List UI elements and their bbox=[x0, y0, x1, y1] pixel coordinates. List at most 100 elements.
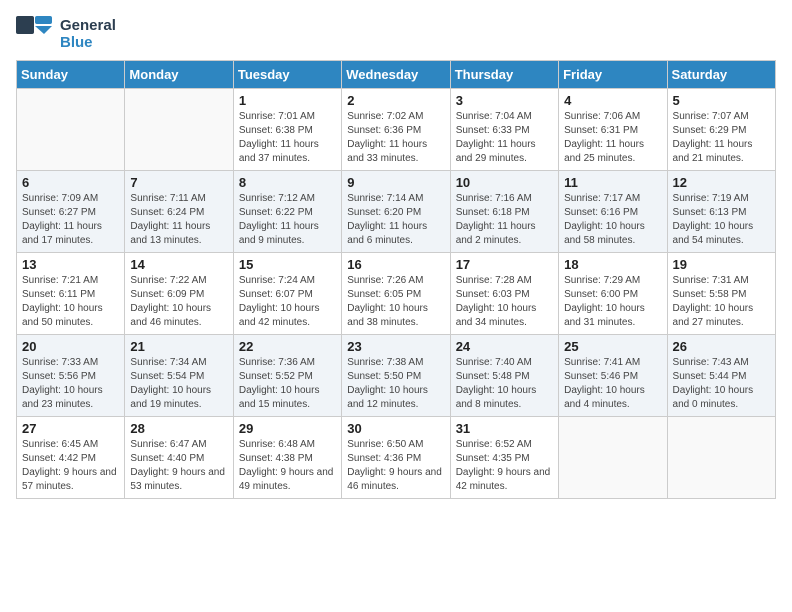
day-info: Sunrise: 7:33 AMSunset: 5:56 PMDaylight:… bbox=[22, 356, 119, 412]
day-number: 27 bbox=[22, 421, 119, 436]
day-number: 13 bbox=[22, 257, 119, 272]
day-number: 4 bbox=[564, 93, 661, 108]
calendar-cell: 24Sunrise: 7:40 AMSunset: 5:48 PMDayligh… bbox=[450, 335, 558, 417]
calendar-cell: 11 Sunrise: 7:17 AMSunset: 6:16 PMDayligh… bbox=[559, 171, 667, 253]
day-info: Sunrise: 7:41 AMSunset: 5:46 PMDaylight:… bbox=[564, 356, 661, 412]
day-header-saturday: Saturday bbox=[667, 61, 775, 89]
logo: General Blue bbox=[16, 16, 116, 52]
calendar-cell: 19 Sunrise: 7:31 AMSunset: 5:58 PMDayligh… bbox=[667, 253, 775, 335]
day-info: Sunrise: 7:29 AMSunset: 6:00 PMDaylight:… bbox=[564, 274, 661, 330]
day-info: Sunrise: 7:22 AMSunset: 6:09 PMDaylight:… bbox=[130, 274, 227, 330]
day-number: 24 bbox=[456, 339, 553, 354]
day-info: Sunrise: 7:06 AMSunset: 6:31 PMDaylight:… bbox=[564, 110, 661, 166]
calendar-cell: 14 Sunrise: 7:22 AMSunset: 6:09 PMDayligh… bbox=[125, 253, 233, 335]
day-info: Sunrise: 7:01 AMSunset: 6:38 PMDaylight:… bbox=[239, 110, 336, 166]
page-header: General Blue bbox=[16, 16, 776, 52]
calendar-week-row: 13 Sunrise: 7:21 AMSunset: 6:11 PMDayligh… bbox=[17, 253, 776, 335]
calendar-cell: 4 Sunrise: 7:06 AMSunset: 6:31 PMDaylight… bbox=[559, 89, 667, 171]
day-number: 20 bbox=[22, 339, 119, 354]
day-header-thursday: Thursday bbox=[450, 61, 558, 89]
day-number: 1 bbox=[239, 93, 336, 108]
day-info: Sunrise: 6:47 AMSunset: 4:40 PMDaylight:… bbox=[130, 438, 227, 494]
calendar-cell: 22Sunrise: 7:36 AMSunset: 5:52 PMDayligh… bbox=[233, 335, 341, 417]
day-info: Sunrise: 7:26 AMSunset: 6:05 PMDaylight:… bbox=[347, 274, 444, 330]
day-number: 18 bbox=[564, 257, 661, 272]
day-number: 30 bbox=[347, 421, 444, 436]
day-info: Sunrise: 7:04 AMSunset: 6:33 PMDaylight:… bbox=[456, 110, 553, 166]
calendar-cell: 7Sunrise: 7:11 AMSunset: 6:24 PMDaylight… bbox=[125, 171, 233, 253]
day-info: Sunrise: 7:21 AMSunset: 6:11 PMDaylight:… bbox=[22, 274, 119, 330]
calendar-cell: 21 Sunrise: 7:34 AMSunset: 5:54 PMDayligh… bbox=[125, 335, 233, 417]
calendar-cell: 26 Sunrise: 7:43 AMSunset: 5:44 PMDayligh… bbox=[667, 335, 775, 417]
calendar-week-row: 20 Sunrise: 7:33 AMSunset: 5:56 PMDayligh… bbox=[17, 335, 776, 417]
day-number: 29 bbox=[239, 421, 336, 436]
calendar-cell: 23 Sunrise: 7:38 AMSunset: 5:50 PMDayligh… bbox=[342, 335, 450, 417]
calendar-cell: 8 Sunrise: 7:12 AMSunset: 6:22 PMDaylight… bbox=[233, 171, 341, 253]
calendar-cell: 3 Sunrise: 7:04 AMSunset: 6:33 PMDaylight… bbox=[450, 89, 558, 171]
day-number: 26 bbox=[673, 339, 770, 354]
day-info: Sunrise: 7:31 AMSunset: 5:58 PMDaylight:… bbox=[673, 274, 770, 330]
day-info: Sunrise: 6:52 AMSunset: 4:35 PMDaylight:… bbox=[456, 438, 553, 494]
calendar-cell: 13 Sunrise: 7:21 AMSunset: 6:11 PMDayligh… bbox=[17, 253, 125, 335]
calendar-cell: 9Sunrise: 7:14 AMSunset: 6:20 PMDaylight… bbox=[342, 171, 450, 253]
day-info: Sunrise: 7:16 AMSunset: 6:18 PMDaylight:… bbox=[456, 192, 553, 248]
day-number: 17 bbox=[456, 257, 553, 272]
day-info: Sunrise: 7:38 AMSunset: 5:50 PMDaylight:… bbox=[347, 356, 444, 412]
calendar-cell: 1 Sunrise: 7:01 AMSunset: 6:38 PMDaylight… bbox=[233, 89, 341, 171]
day-number: 25 bbox=[564, 339, 661, 354]
day-info: Sunrise: 7:12 AMSunset: 6:22 PMDaylight:… bbox=[239, 192, 336, 248]
calendar-cell: 16 Sunrise: 7:26 AMSunset: 6:05 PMDayligh… bbox=[342, 253, 450, 335]
day-number: 10 bbox=[456, 175, 553, 190]
calendar-cell: 17 Sunrise: 7:28 AMSunset: 6:03 PMDayligh… bbox=[450, 253, 558, 335]
calendar-week-row: 27Sunrise: 6:45 AMSunset: 4:42 PMDayligh… bbox=[17, 417, 776, 499]
day-info: Sunrise: 7:09 AMSunset: 6:27 PMDaylight:… bbox=[22, 192, 119, 248]
day-number: 22 bbox=[239, 339, 336, 354]
calendar-cell: 5Sunrise: 7:07 AMSunset: 6:29 PMDaylight… bbox=[667, 89, 775, 171]
calendar-cell: 15Sunrise: 7:24 AMSunset: 6:07 PMDayligh… bbox=[233, 253, 341, 335]
calendar-header-row: SundayMondayTuesdayWednesdayThursdayFrid… bbox=[17, 61, 776, 89]
day-number: 9 bbox=[347, 175, 444, 190]
calendar-cell: 29Sunrise: 6:48 AMSunset: 4:38 PMDayligh… bbox=[233, 417, 341, 499]
calendar-cell: 28Sunrise: 6:47 AMSunset: 4:40 PMDayligh… bbox=[125, 417, 233, 499]
calendar-week-row: 1 Sunrise: 7:01 AMSunset: 6:38 PMDaylight… bbox=[17, 89, 776, 171]
calendar-cell: 25 Sunrise: 7:41 AMSunset: 5:46 PMDayligh… bbox=[559, 335, 667, 417]
day-info: Sunrise: 7:17 AMSunset: 6:16 PMDaylight:… bbox=[564, 192, 661, 248]
day-number: 2 bbox=[347, 93, 444, 108]
logo-blue: Blue bbox=[60, 34, 116, 51]
day-number: 21 bbox=[130, 339, 227, 354]
calendar-cell bbox=[559, 417, 667, 499]
day-header-sunday: Sunday bbox=[17, 61, 125, 89]
day-info: Sunrise: 7:02 AMSunset: 6:36 PMDaylight:… bbox=[347, 110, 444, 166]
calendar-cell: 31Sunrise: 6:52 AMSunset: 4:35 PMDayligh… bbox=[450, 417, 558, 499]
day-info: Sunrise: 7:07 AMSunset: 6:29 PMDaylight:… bbox=[673, 110, 770, 166]
logo-general: General bbox=[60, 17, 116, 34]
calendar-cell bbox=[667, 417, 775, 499]
calendar-cell: 10 Sunrise: 7:16 AMSunset: 6:18 PMDayligh… bbox=[450, 171, 558, 253]
day-number: 3 bbox=[456, 93, 553, 108]
calendar-table: SundayMondayTuesdayWednesdayThursdayFrid… bbox=[16, 60, 776, 499]
logo-svg bbox=[16, 16, 52, 52]
day-number: 12 bbox=[673, 175, 770, 190]
day-number: 8 bbox=[239, 175, 336, 190]
day-header-monday: Monday bbox=[125, 61, 233, 89]
calendar-cell bbox=[125, 89, 233, 171]
day-number: 11 bbox=[564, 175, 661, 190]
day-number: 7 bbox=[130, 175, 227, 190]
calendar-cell: 6 Sunrise: 7:09 AMSunset: 6:27 PMDaylight… bbox=[17, 171, 125, 253]
day-info: Sunrise: 7:34 AMSunset: 5:54 PMDaylight:… bbox=[130, 356, 227, 412]
day-header-friday: Friday bbox=[559, 61, 667, 89]
calendar-cell: 18 Sunrise: 7:29 AMSunset: 6:00 PMDayligh… bbox=[559, 253, 667, 335]
day-number: 14 bbox=[130, 257, 227, 272]
day-number: 23 bbox=[347, 339, 444, 354]
day-number: 19 bbox=[673, 257, 770, 272]
day-info: Sunrise: 7:43 AMSunset: 5:44 PMDaylight:… bbox=[673, 356, 770, 412]
calendar-week-row: 6 Sunrise: 7:09 AMSunset: 6:27 PMDaylight… bbox=[17, 171, 776, 253]
day-info: Sunrise: 7:28 AMSunset: 6:03 PMDaylight:… bbox=[456, 274, 553, 330]
day-header-tuesday: Tuesday bbox=[233, 61, 341, 89]
day-info: Sunrise: 6:50 AMSunset: 4:36 PMDaylight:… bbox=[347, 438, 444, 494]
calendar-cell bbox=[17, 89, 125, 171]
day-info: Sunrise: 7:19 AMSunset: 6:13 PMDaylight:… bbox=[673, 192, 770, 248]
calendar-cell: 2 Sunrise: 7:02 AMSunset: 6:36 PMDaylight… bbox=[342, 89, 450, 171]
day-number: 6 bbox=[22, 175, 119, 190]
day-number: 16 bbox=[347, 257, 444, 272]
